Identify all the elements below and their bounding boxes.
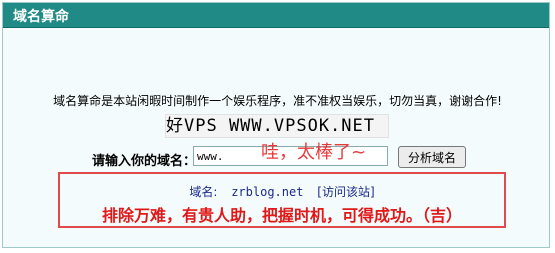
- result-box: 域名: zrblog.net [访问该站] 排除万难，有贵人助，把握时机，可得成…: [58, 172, 506, 228]
- fortune-text: 排除万难，有贵人助，把握时机，可得成功。（吉）: [101, 206, 462, 225]
- result-domain-value: zrblog.net: [231, 185, 304, 199]
- intro-text: 域名算命是本站闲暇时间制作一个娱乐程序，准不准权当娱乐，切勿当真，谢谢合作!: [53, 94, 502, 108]
- panel-title: 域名算命: [13, 9, 69, 25]
- domain-label: 请输入你的域名：: [92, 154, 197, 169]
- result-domain-line: 域名: zrblog.net [访问该站]: [60, 183, 504, 200]
- overlay-note: 哇，太棒了~: [261, 142, 367, 163]
- result-domain-label: 域名:: [189, 185, 218, 199]
- analyze-domain-button[interactable]: 分析域名: [398, 146, 466, 168]
- watermark-banner: 好VPS WWW.VPSOK.NET: [165, 114, 389, 138]
- panel-header: 域名算命: [3, 3, 549, 28]
- visit-site-link[interactable]: [访问该站]: [317, 185, 374, 199]
